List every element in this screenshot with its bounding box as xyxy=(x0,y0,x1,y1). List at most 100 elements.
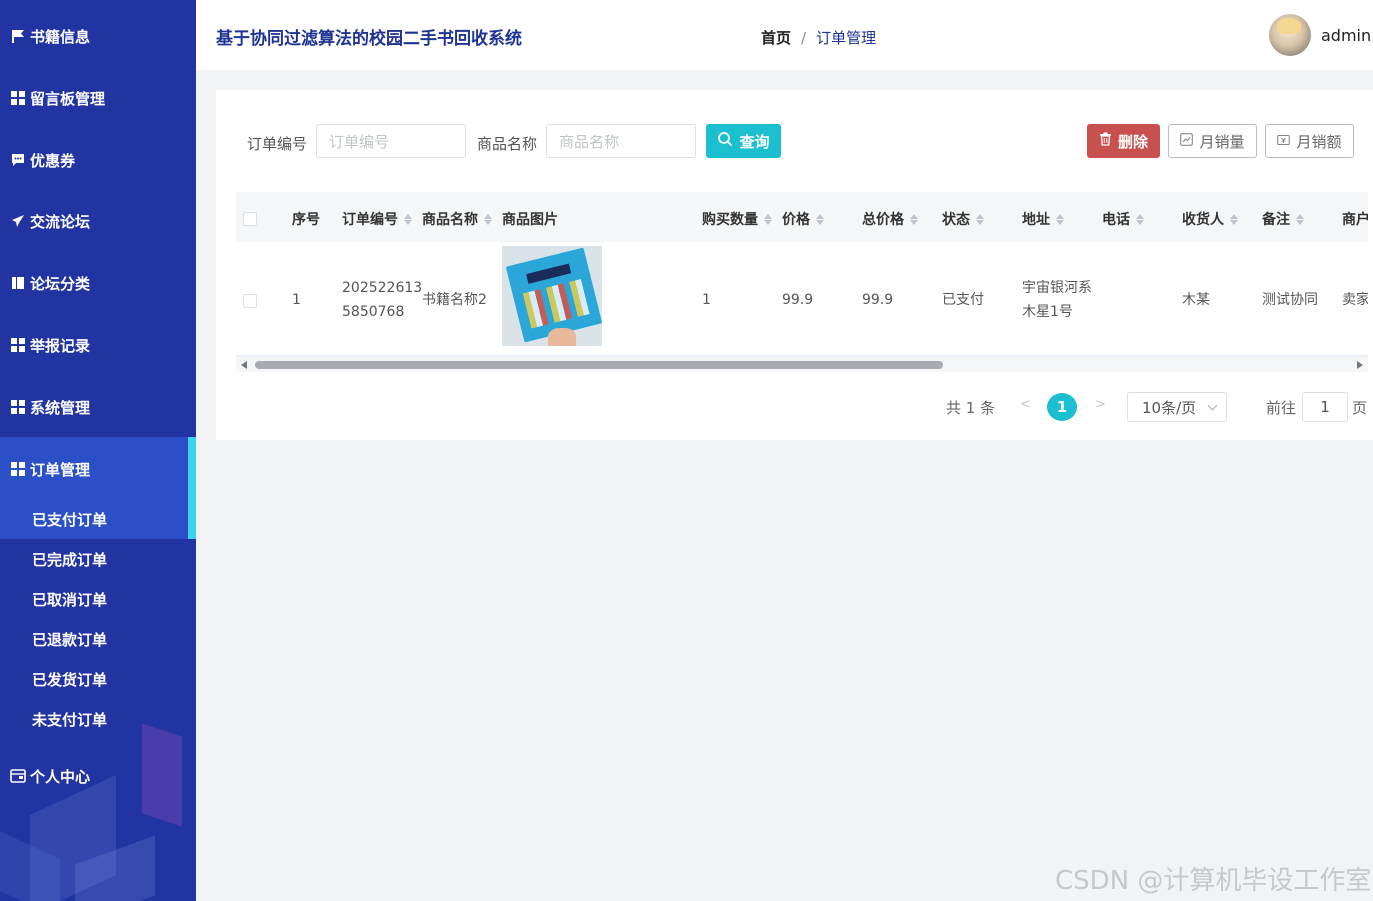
sidebar-item-forum[interactable]: 交流论坛 xyxy=(0,190,196,252)
sort-icon[interactable] xyxy=(976,213,984,225)
column-header-goods-name[interactable]: 商品名称 xyxy=(422,209,492,229)
breadcrumb-home[interactable]: 首页 xyxy=(761,27,791,48)
avatar[interactable] xyxy=(1269,14,1311,56)
sidebar-item-personal-center[interactable]: 个人中心 xyxy=(0,745,196,807)
monthly-revenue-button[interactable]: 月销额 xyxy=(1265,124,1354,158)
sort-icon[interactable] xyxy=(1136,213,1144,225)
next-page-button[interactable]: > xyxy=(1095,397,1106,412)
column-header-label: 总价格 xyxy=(862,212,904,228)
row-checkbox[interactable] xyxy=(243,294,257,308)
column-header-label: 价格 xyxy=(782,212,810,228)
username[interactable]: admin xyxy=(1321,26,1371,45)
sidebar-item-order-management[interactable]: 订单管理 xyxy=(0,438,196,500)
watermark: CSDN @计算机毕设工作室 xyxy=(1055,866,1372,896)
prev-page-button[interactable]: < xyxy=(1020,397,1031,412)
delete-button-label: 删除 xyxy=(1117,132,1148,151)
query-button-label: 查询 xyxy=(739,132,770,151)
grid-icon xyxy=(10,90,26,106)
sidebar-item-forum-category[interactable]: 论坛分类 xyxy=(0,252,196,314)
sidebar-item-message-board[interactable]: 留言板管理 xyxy=(0,67,196,129)
goods-name-label: 商品名称 xyxy=(477,135,538,153)
sidebar-subitem-unpaid-orders[interactable]: 未支付订单 xyxy=(0,699,196,739)
scroll-right-icon[interactable] xyxy=(1357,361,1363,369)
table-row[interactable]: 1 202522613 5850768 书籍名称2 1 99.9 99.9 已支… xyxy=(236,242,1368,356)
column-header-label: 电话 xyxy=(1102,212,1130,228)
trash-icon xyxy=(1099,132,1112,150)
decoration xyxy=(0,831,60,901)
comment-icon xyxy=(10,152,26,168)
column-header-label: 购买数量 xyxy=(702,212,758,228)
order-no-placeholder: 订单编号 xyxy=(329,132,390,151)
column-header-quantity[interactable]: 购买数量 xyxy=(702,209,772,229)
sidebar-item-label: 订单管理 xyxy=(30,460,91,479)
sort-icon[interactable] xyxy=(1230,213,1238,225)
sidebar-item-book-info[interactable]: 书籍信息 xyxy=(0,5,196,67)
sort-icon[interactable] xyxy=(910,213,918,225)
page-size-select[interactable]: 10条/页 xyxy=(1127,392,1227,422)
column-header-total[interactable]: 总价格 xyxy=(862,209,918,229)
select-all-checkbox[interactable] xyxy=(243,212,257,226)
cell-status: 已支付 xyxy=(942,292,984,308)
sort-icon[interactable] xyxy=(764,213,772,225)
horizontal-scrollbar[interactable] xyxy=(236,356,1368,372)
sidebar: 书籍信息 留言板管理 优惠券 交流论坛 论坛分类 举报记录 系统管理 订单管理 … xyxy=(0,0,196,901)
goods-name-input[interactable]: 商品名称 xyxy=(546,124,696,158)
sidebar-item-coupon[interactable]: 优惠券 xyxy=(0,129,196,191)
cell-merchant: 卖家 xyxy=(1342,292,1368,308)
column-header-order-no[interactable]: 订单编号 xyxy=(342,209,412,229)
system-title: 基于协同过滤算法的校园二手书回收系统 xyxy=(216,29,522,49)
sort-icon[interactable] xyxy=(1056,213,1064,225)
scroll-thumb[interactable] xyxy=(255,361,943,369)
column-header-label: 序号 xyxy=(292,212,320,228)
column-header-merchant[interactable]: 商户 xyxy=(1342,209,1368,229)
cell-quantity: 1 xyxy=(702,292,711,308)
sort-icon[interactable] xyxy=(1296,213,1304,225)
sort-icon[interactable] xyxy=(404,213,412,225)
goto-page-input[interactable]: 1 xyxy=(1302,392,1348,422)
monthly-sales-label: 月销量 xyxy=(1199,132,1245,151)
sort-icon[interactable] xyxy=(816,213,824,225)
sidebar-subitem-refunded-orders[interactable]: 已退款订单 xyxy=(0,619,196,659)
sidebar-subitem-shipped-orders[interactable]: 已发货订单 xyxy=(0,659,196,699)
goods-image[interactable] xyxy=(502,246,602,346)
sidebar-item-label: 留言板管理 xyxy=(30,89,106,108)
monthly-sales-button[interactable]: 月销量 xyxy=(1168,124,1257,158)
sidebar-subitem-cancelled-orders[interactable]: 已取消订单 xyxy=(0,579,196,619)
sidebar-subitem-completed-orders[interactable]: 已完成订单 xyxy=(0,539,196,579)
column-header-remark[interactable]: 备注 xyxy=(1262,209,1304,229)
grid-icon xyxy=(10,461,26,477)
sidebar-item-system[interactable]: 系统管理 xyxy=(0,376,196,438)
monthly-revenue-label: 月销额 xyxy=(1296,132,1342,151)
column-header-label: 商户 xyxy=(1342,212,1368,228)
column-header-label: 订单编号 xyxy=(342,212,398,228)
column-header-label: 商品图片 xyxy=(502,212,558,228)
book-icon xyxy=(10,275,26,291)
decoration xyxy=(75,835,155,901)
scroll-left-icon[interactable] xyxy=(241,361,247,369)
sidebar-subitem-label: 已退款订单 xyxy=(32,630,108,649)
cell-order-no-line2: 5850768 xyxy=(342,304,405,320)
order-no-input[interactable]: 订单编号 xyxy=(316,124,466,158)
breadcrumb-separator: / xyxy=(801,28,807,47)
column-header-price[interactable]: 价格 xyxy=(782,209,824,229)
sidebar-item-report[interactable]: 举报记录 xyxy=(0,314,196,376)
page-number-current[interactable]: 1 xyxy=(1047,393,1077,421)
sidebar-subitem-label: 未支付订单 xyxy=(32,710,108,729)
delete-button[interactable]: 删除 xyxy=(1087,124,1160,158)
chart-icon xyxy=(1180,132,1194,150)
column-header-label: 状态 xyxy=(942,212,970,228)
cell-order-no-line1: 202522613 xyxy=(342,280,423,296)
sidebar-subitem-label: 已支付订单 xyxy=(32,510,108,529)
column-header-status[interactable]: 状态 xyxy=(942,209,984,229)
sidebar-subitem-paid-orders[interactable]: 已支付订单 xyxy=(0,499,196,539)
sidebar-item-label: 个人中心 xyxy=(30,767,91,786)
query-button[interactable]: 查询 xyxy=(706,124,781,158)
grid-icon xyxy=(10,337,26,353)
column-header-label: 商品名称 xyxy=(422,212,478,228)
sidebar-item-label: 论坛分类 xyxy=(30,274,91,293)
cell-index: 1 xyxy=(292,292,301,308)
column-header-receiver[interactable]: 收货人 xyxy=(1182,209,1238,229)
sort-icon[interactable] xyxy=(484,213,492,225)
column-header-phone[interactable]: 电话 xyxy=(1102,209,1144,229)
column-header-address[interactable]: 地址 xyxy=(1022,209,1064,229)
